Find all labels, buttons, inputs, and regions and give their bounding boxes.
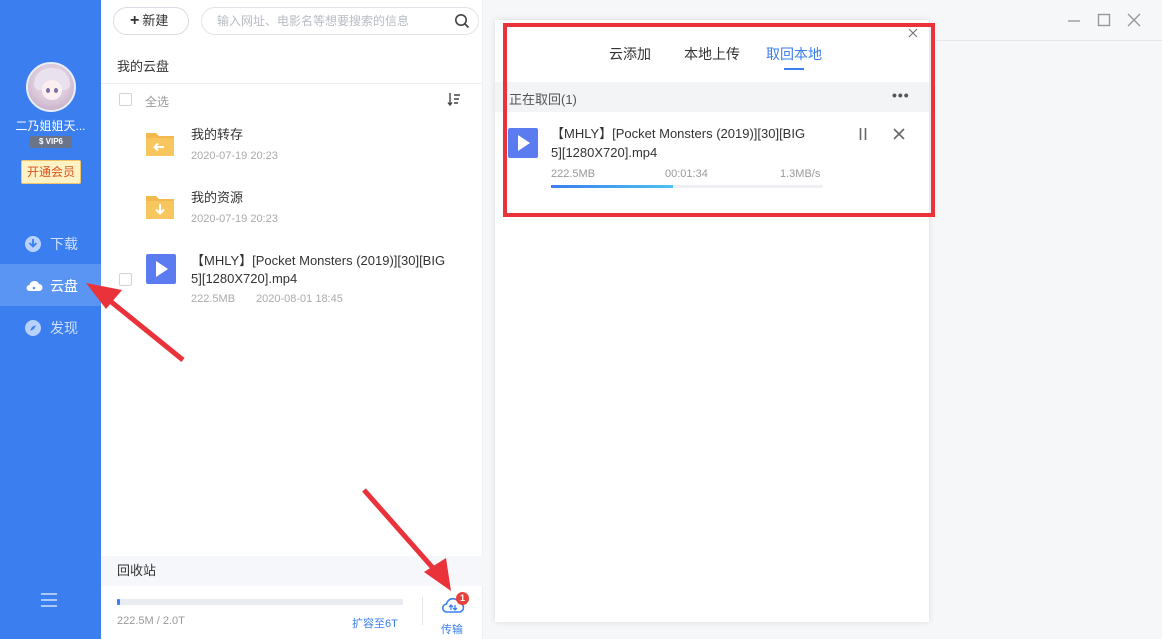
close-icon[interactable] <box>1126 12 1142 28</box>
file-name[interactable]: 【MHLY】[Pocket Monsters (2019)][30][BIG 5… <box>191 252 471 288</box>
video-file-icon <box>508 128 538 158</box>
sort-icon[interactable] <box>447 92 461 106</box>
new-button[interactable]: + 新建 <box>113 7 189 35</box>
plus-icon: + <box>130 12 140 29</box>
play-icon <box>518 135 530 151</box>
list-item[interactable]: 【MHLY】[Pocket Monsters (2019)][30][BIG 5… <box>101 250 483 312</box>
file-name[interactable]: 我的转存 <box>191 126 243 144</box>
page-title: 我的云盘 <box>117 59 170 74</box>
transfer-label: 传输 <box>441 624 463 636</box>
search-input[interactable] <box>217 12 447 30</box>
task-name-line: 【MHLY】[Pocket Monsters (2019)][30][BIG <box>551 126 806 141</box>
sidebar-item-label: 下载 <box>50 236 78 252</box>
cloud-file-pane: +新建 我的云盘 全选 我的转存 2020-07-19 20:23 我的资源 2… <box>101 0 483 639</box>
divider <box>101 83 483 84</box>
transfer-count-badge: 1 <box>456 592 469 605</box>
task-progress-bar <box>551 185 823 188</box>
transfer-panel: 云添加 本地上传 取回本地 正在取回(1) ••• 【MHLY】[Pocket … <box>495 20 929 622</box>
sidebar-item-download[interactable]: 下载 <box>0 222 101 264</box>
more-icon[interactable]: ••• <box>892 87 910 103</box>
file-name-line: 【MHLY】[Pocket Monsters (2019)][30][BIG <box>191 253 446 268</box>
transfer-button[interactable]: 1 传输 <box>437 592 469 636</box>
section-title: 正在取回(1) <box>509 92 577 107</box>
folder-icon <box>146 196 174 219</box>
search-icon[interactable] <box>454 13 470 29</box>
download-icon <box>25 236 41 252</box>
new-button-label: 新建 <box>142 13 169 28</box>
pause-icon[interactable] <box>857 127 869 141</box>
video-file-icon <box>146 254 176 284</box>
task-name: 【MHLY】[Pocket Monsters (2019)][30][BIG 5… <box>551 124 833 162</box>
folder-icon <box>146 133 174 156</box>
vip-badge: $ VIP6 <box>30 136 72 148</box>
cancel-icon[interactable] <box>893 128 905 140</box>
task-size: 222.5MB <box>551 168 596 180</box>
tab-cloud-add[interactable]: 云添加 <box>609 44 651 64</box>
avatar-eye <box>54 88 58 93</box>
storage-progress-bar <box>117 599 403 605</box>
maximize-icon[interactable] <box>1096 12 1112 28</box>
search-box[interactable] <box>201 7 479 35</box>
file-checkbox[interactable] <box>119 273 132 286</box>
task-progress-fill <box>551 185 674 188</box>
list-item[interactable]: 我的转存 2020-07-19 20:23 <box>101 124 483 170</box>
section-header: 正在取回(1) ••• <box>495 82 929 112</box>
divider <box>422 597 423 625</box>
open-membership-button[interactable]: 开通会员 <box>21 160 81 184</box>
divider <box>936 40 1162 41</box>
sidebar: 二乃姐姐天... $ VIP6 开通会员 下载 云盘 发现 <box>0 0 101 639</box>
avatar-face <box>42 80 62 100</box>
sidebar-item-label: 发现 <box>50 320 78 336</box>
file-name[interactable]: 我的资源 <box>191 189 243 207</box>
select-all-label[interactable]: 全选 <box>145 93 169 110</box>
file-date: 2020-07-19 20:23 <box>191 213 278 225</box>
sidebar-item-label: 云盘 <box>50 278 78 294</box>
cloud-icon <box>26 280 43 291</box>
select-all-checkbox[interactable] <box>119 93 132 106</box>
compass-icon <box>25 320 41 336</box>
minimize-icon[interactable] <box>1066 12 1082 28</box>
file-size: 222.5MB <box>191 293 236 305</box>
sidebar-item-discover[interactable]: 发现 <box>0 306 101 348</box>
menu-icon[interactable] <box>40 592 58 608</box>
tab-local-upload[interactable]: 本地上传 <box>684 44 740 64</box>
active-tab-indicator <box>784 68 804 70</box>
tab-retrieve-local[interactable]: 取回本地 <box>766 44 822 64</box>
file-date: 2020-07-19 20:23 <box>191 150 278 162</box>
sidebar-item-cloud[interactable]: 云盘 <box>0 264 101 306</box>
close-icon[interactable] <box>907 27 919 39</box>
play-icon <box>156 261 168 277</box>
list-item[interactable]: 我的资源 2020-07-19 20:23 <box>101 187 483 233</box>
task-time: 00:01:34 <box>665 168 708 180</box>
recycle-bin[interactable]: 回收站 <box>101 556 483 586</box>
task-speed: 1.3MB/s <box>780 168 821 180</box>
file-name-line: 5][1280X720].mp4 <box>191 271 298 286</box>
avatar-eye <box>46 88 50 93</box>
task-name-line: 5][1280X720].mp4 <box>551 145 658 160</box>
file-date: 2020-08-01 18:45 <box>256 293 343 305</box>
storage-usage: 222.5M / 2.0T <box>117 615 185 627</box>
username[interactable]: 二乃姐姐天... <box>0 117 101 134</box>
vip-level: VIP6 <box>45 137 63 146</box>
storage-progress-fill <box>117 599 121 605</box>
avatar[interactable] <box>26 62 76 112</box>
expand-storage-link[interactable]: 扩容至6T <box>352 615 398 631</box>
